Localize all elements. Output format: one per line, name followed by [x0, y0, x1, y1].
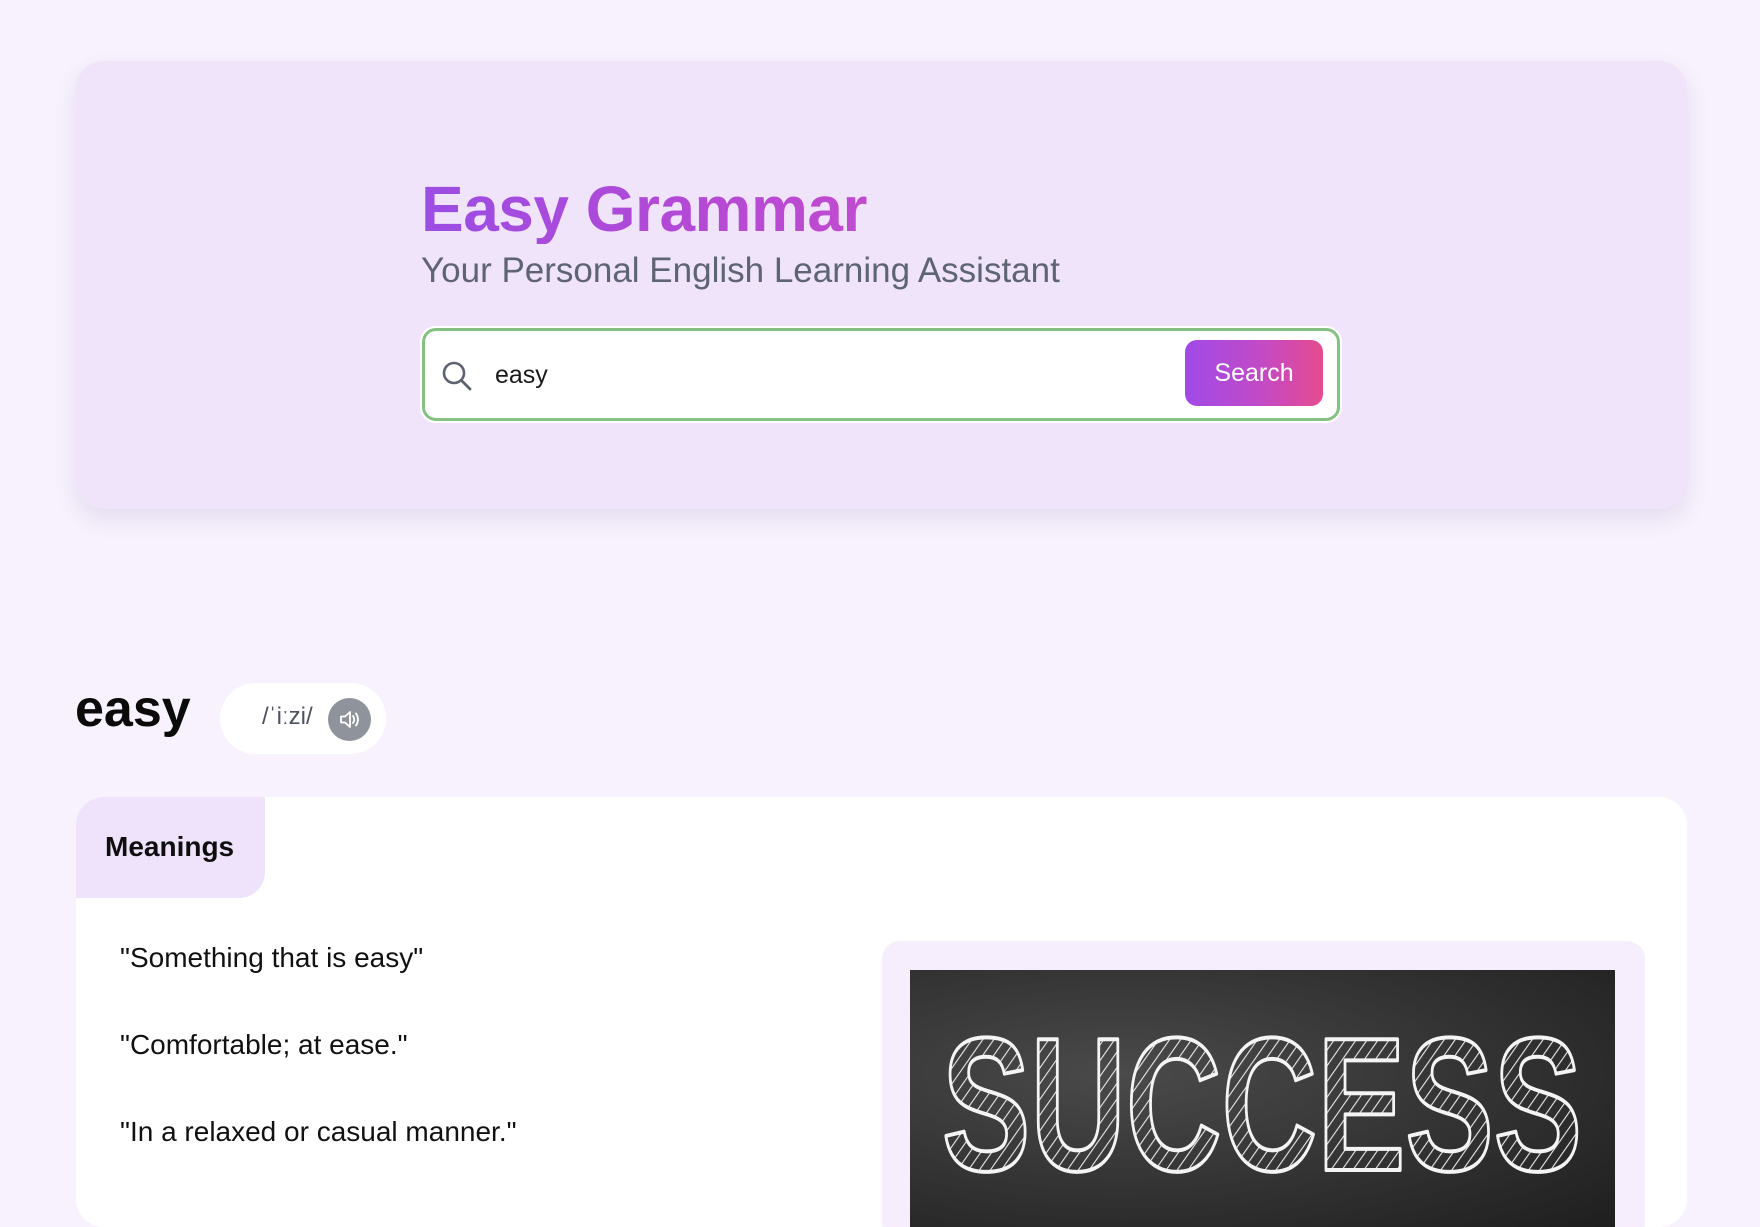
- app-subtitle: Your Personal English Learning Assistant: [421, 251, 1060, 290]
- search-button[interactable]: Search: [1185, 340, 1323, 406]
- list-item: "Comfortable; at ease.": [120, 1029, 408, 1060]
- pronunciation-text: /ˈiːzi/: [262, 703, 313, 730]
- app-title: Easy Grammar: [421, 173, 867, 245]
- chalk-word-success: SUCCESS: [942, 999, 1582, 1211]
- tab-meanings-label: Meanings: [105, 831, 235, 862]
- list-item: "In a relaxed or casual manner.": [120, 1116, 517, 1147]
- search-icon: [440, 359, 474, 393]
- tab-meanings[interactable]: Meanings: [76, 797, 265, 898]
- meanings-card: Meanings "Something that is easy" "Comfo…: [76, 797, 1687, 1227]
- meanings-list: "Something that is easy" "Comfortable; a…: [120, 942, 517, 1203]
- word-title: easy: [75, 680, 191, 738]
- search-bar: Search: [422, 328, 1340, 421]
- illustration-panel: SUCCESS: [882, 941, 1645, 1227]
- list-item: "Something that is easy": [120, 942, 424, 973]
- play-pronunciation-button[interactable]: [328, 698, 371, 741]
- search-input[interactable]: [493, 351, 1153, 399]
- pronunciation-pill: /ˈiːzi/: [220, 683, 386, 754]
- chalkboard-image: SUCCESS: [910, 970, 1615, 1227]
- hero-section: Easy Grammar Your Personal English Learn…: [76, 61, 1687, 509]
